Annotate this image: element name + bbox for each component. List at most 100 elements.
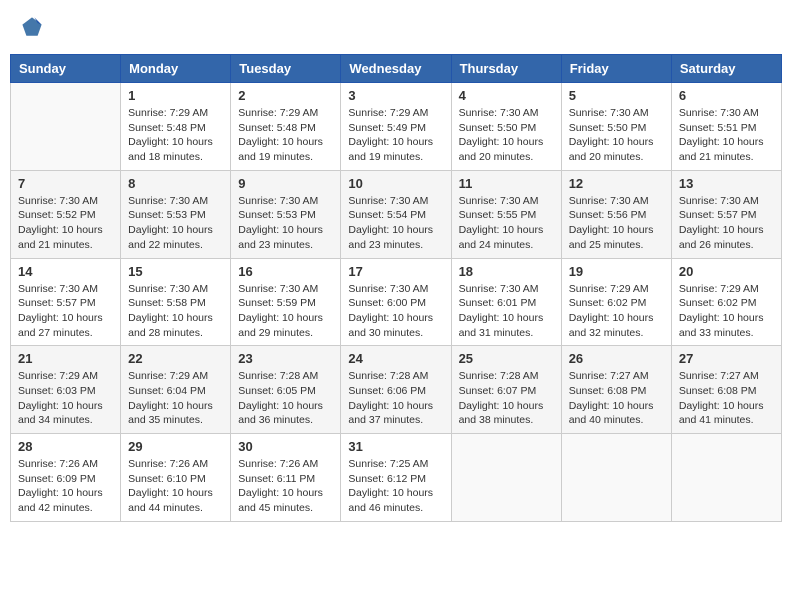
calendar-cell: [451, 434, 561, 522]
day-number: 21: [18, 351, 113, 366]
day-info: Sunrise: 7:26 AM Sunset: 6:10 PM Dayligh…: [128, 457, 223, 516]
calendar-cell: 15Sunrise: 7:30 AM Sunset: 5:58 PM Dayli…: [121, 258, 231, 346]
calendar-cell: 7Sunrise: 7:30 AM Sunset: 5:52 PM Daylig…: [11, 170, 121, 258]
day-number: 20: [679, 264, 774, 279]
day-number: 1: [128, 88, 223, 103]
day-number: 28: [18, 439, 113, 454]
day-info: Sunrise: 7:27 AM Sunset: 6:08 PM Dayligh…: [679, 369, 774, 428]
day-info: Sunrise: 7:26 AM Sunset: 6:11 PM Dayligh…: [238, 457, 333, 516]
day-info: Sunrise: 7:30 AM Sunset: 5:57 PM Dayligh…: [18, 282, 113, 341]
calendar-table: SundayMondayTuesdayWednesdayThursdayFrid…: [10, 54, 782, 522]
header-day-friday: Friday: [561, 55, 671, 83]
day-number: 25: [459, 351, 554, 366]
calendar-cell: 23Sunrise: 7:28 AM Sunset: 6:05 PM Dayli…: [231, 346, 341, 434]
calendar-cell: 8 Sunrise: 7:30 AM Sunset: 5:53 PM Daylig…: [121, 170, 231, 258]
week-row-3: 14 Sunrise: 7:30 AM Sunset: 5:57 PM Dayli…: [11, 258, 782, 346]
day-info: Sunrise: 7:30 AM Sunset: 5:50 PM Dayligh…: [459, 106, 554, 165]
calendar-cell: [11, 83, 121, 171]
calendar-cell: 11 Sunrise: 7:30 AM Sunset: 5:55 PM Dayli…: [451, 170, 561, 258]
day-number: 5: [569, 88, 664, 103]
header-day-sunday: Sunday: [11, 55, 121, 83]
day-number: 22: [128, 351, 223, 366]
header-day-saturday: Saturday: [671, 55, 781, 83]
day-number: 30: [238, 439, 333, 454]
calendar-header: SundayMondayTuesdayWednesdayThursdayFrid…: [11, 55, 782, 83]
day-number: 10: [348, 176, 443, 191]
day-info: Sunrise: 7:26 AM Sunset: 6:09 PM Dayligh…: [18, 457, 113, 516]
calendar-cell: 3 Sunrise: 7:29 AM Sunset: 5:49 PM Daylig…: [341, 83, 451, 171]
calendar-cell: 30 Sunrise: 7:26 AM Sunset: 6:11 PM Dayli…: [231, 434, 341, 522]
day-number: 3: [348, 88, 443, 103]
calendar-cell: 9 Sunrise: 7:30 AM Sunset: 5:53 PM Daylig…: [231, 170, 341, 258]
day-number: 11: [459, 176, 554, 191]
calendar-cell: 14 Sunrise: 7:30 AM Sunset: 5:57 PM Dayli…: [11, 258, 121, 346]
day-number: 16: [238, 264, 333, 279]
calendar-cell: 19Sunrise: 7:29 AM Sunset: 6:02 PM Dayli…: [561, 258, 671, 346]
day-info: Sunrise: 7:29 AM Sunset: 6:02 PM Dayligh…: [679, 282, 774, 341]
calendar-cell: 29 Sunrise: 7:26 AM Sunset: 6:10 PM Dayli…: [121, 434, 231, 522]
day-number: 29: [128, 439, 223, 454]
day-info: Sunrise: 7:30 AM Sunset: 5:59 PM Dayligh…: [238, 282, 333, 341]
day-info: Sunrise: 7:29 AM Sunset: 5:48 PM Dayligh…: [238, 106, 333, 165]
day-info: Sunrise: 7:30 AM Sunset: 5:57 PM Dayligh…: [679, 194, 774, 253]
day-info: Sunrise: 7:30 AM Sunset: 6:01 PM Dayligh…: [459, 282, 554, 341]
calendar-cell: 26Sunrise: 7:27 AM Sunset: 6:08 PM Dayli…: [561, 346, 671, 434]
day-number: 17: [348, 264, 443, 279]
header-day-tuesday: Tuesday: [231, 55, 341, 83]
day-info: Sunrise: 7:25 AM Sunset: 6:12 PM Dayligh…: [348, 457, 443, 516]
day-info: Sunrise: 7:29 AM Sunset: 6:04 PM Dayligh…: [128, 369, 223, 428]
day-info: Sunrise: 7:29 AM Sunset: 5:48 PM Dayligh…: [128, 106, 223, 165]
day-info: Sunrise: 7:30 AM Sunset: 5:56 PM Dayligh…: [569, 194, 664, 253]
day-info: Sunrise: 7:30 AM Sunset: 6:00 PM Dayligh…: [348, 282, 443, 341]
calendar-cell: 24Sunrise: 7:28 AM Sunset: 6:06 PM Dayli…: [341, 346, 451, 434]
header-row: SundayMondayTuesdayWednesdayThursdayFrid…: [11, 55, 782, 83]
week-row-2: 7Sunrise: 7:30 AM Sunset: 5:52 PM Daylig…: [11, 170, 782, 258]
calendar-cell: 1 Sunrise: 7:29 AM Sunset: 5:48 PM Daylig…: [121, 83, 231, 171]
header-day-thursday: Thursday: [451, 55, 561, 83]
day-number: 14: [18, 264, 113, 279]
day-number: 31: [348, 439, 443, 454]
day-info: Sunrise: 7:29 AM Sunset: 6:03 PM Dayligh…: [18, 369, 113, 428]
day-number: 13: [679, 176, 774, 191]
calendar-cell: 27 Sunrise: 7:27 AM Sunset: 6:08 PM Dayli…: [671, 346, 781, 434]
day-info: Sunrise: 7:30 AM Sunset: 5:50 PM Dayligh…: [569, 106, 664, 165]
day-info: Sunrise: 7:29 AM Sunset: 5:49 PM Dayligh…: [348, 106, 443, 165]
day-info: Sunrise: 7:30 AM Sunset: 5:53 PM Dayligh…: [128, 194, 223, 253]
calendar-cell: 12 Sunrise: 7:30 AM Sunset: 5:56 PM Dayli…: [561, 170, 671, 258]
day-number: 6: [679, 88, 774, 103]
day-info: Sunrise: 7:30 AM Sunset: 5:58 PM Dayligh…: [128, 282, 223, 341]
calendar-cell: 13 Sunrise: 7:30 AM Sunset: 5:57 PM Dayli…: [671, 170, 781, 258]
day-info: Sunrise: 7:30 AM Sunset: 5:52 PM Dayligh…: [18, 194, 113, 253]
day-number: 12: [569, 176, 664, 191]
page-header: [10, 10, 782, 44]
week-row-1: 1 Sunrise: 7:29 AM Sunset: 5:48 PM Daylig…: [11, 83, 782, 171]
day-number: 4: [459, 88, 554, 103]
day-info: Sunrise: 7:30 AM Sunset: 5:55 PM Dayligh…: [459, 194, 554, 253]
header-day-monday: Monday: [121, 55, 231, 83]
calendar-cell: 17 Sunrise: 7:30 AM Sunset: 6:00 PM Dayli…: [341, 258, 451, 346]
day-info: Sunrise: 7:30 AM Sunset: 5:53 PM Dayligh…: [238, 194, 333, 253]
day-number: 26: [569, 351, 664, 366]
day-info: Sunrise: 7:30 AM Sunset: 5:51 PM Dayligh…: [679, 106, 774, 165]
logo: [20, 15, 52, 39]
calendar-cell: 18 Sunrise: 7:30 AM Sunset: 6:01 PM Dayli…: [451, 258, 561, 346]
day-number: 2: [238, 88, 333, 103]
calendar-cell: 20 Sunrise: 7:29 AM Sunset: 6:02 PM Dayli…: [671, 258, 781, 346]
calendar-cell: 6 Sunrise: 7:30 AM Sunset: 5:51 PM Daylig…: [671, 83, 781, 171]
day-number: 18: [459, 264, 554, 279]
calendar-cell: 22 Sunrise: 7:29 AM Sunset: 6:04 PM Dayli…: [121, 346, 231, 434]
calendar-cell: 5 Sunrise: 7:30 AM Sunset: 5:50 PM Daylig…: [561, 83, 671, 171]
day-info: Sunrise: 7:30 AM Sunset: 5:54 PM Dayligh…: [348, 194, 443, 253]
calendar-cell: 10 Sunrise: 7:30 AM Sunset: 5:54 PM Dayli…: [341, 170, 451, 258]
week-row-4: 21 Sunrise: 7:29 AM Sunset: 6:03 PM Dayli…: [11, 346, 782, 434]
calendar-cell: 4 Sunrise: 7:30 AM Sunset: 5:50 PM Daylig…: [451, 83, 561, 171]
day-info: Sunrise: 7:29 AM Sunset: 6:02 PM Dayligh…: [569, 282, 664, 341]
day-info: Sunrise: 7:28 AM Sunset: 6:06 PM Dayligh…: [348, 369, 443, 428]
calendar-cell: [671, 434, 781, 522]
day-number: 8: [128, 176, 223, 191]
day-number: 9: [238, 176, 333, 191]
day-number: 27: [679, 351, 774, 366]
calendar-body: 1 Sunrise: 7:29 AM Sunset: 5:48 PM Daylig…: [11, 83, 782, 522]
calendar-cell: 31 Sunrise: 7:25 AM Sunset: 6:12 PM Dayli…: [341, 434, 451, 522]
day-info: Sunrise: 7:28 AM Sunset: 6:07 PM Dayligh…: [459, 369, 554, 428]
